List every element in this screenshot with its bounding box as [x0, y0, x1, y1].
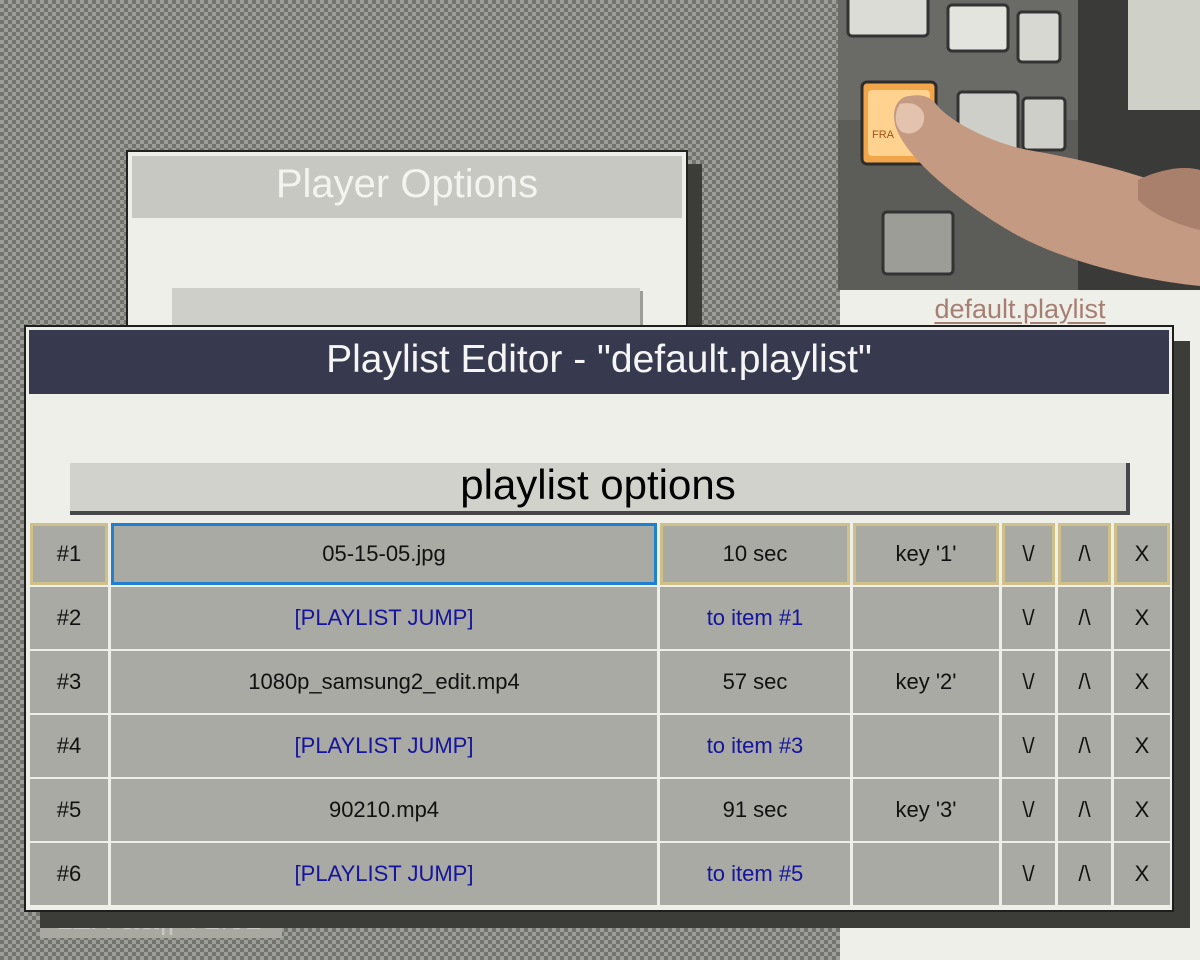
row-number: #4: [30, 715, 108, 777]
row-number: #6: [30, 843, 108, 905]
row-number: #3: [30, 651, 108, 713]
playlist-row[interactable]: #3 1080p_samsung2_edit.mp4 57 sec key '2…: [30, 651, 1170, 713]
row-number: #1: [30, 523, 108, 585]
row-key[interactable]: key '1': [853, 523, 999, 585]
delete-button[interactable]: X: [1114, 587, 1170, 649]
row-duration[interactable]: to item #1: [660, 587, 850, 649]
delete-button[interactable]: X: [1114, 523, 1170, 585]
move-up-button[interactable]: /\: [1058, 587, 1111, 649]
move-down-button[interactable]: \/: [1002, 523, 1055, 585]
delete-button[interactable]: X: [1114, 715, 1170, 777]
row-file[interactable]: [PLAYLIST JUMP]: [111, 715, 657, 777]
row-file[interactable]: [PLAYLIST JUMP]: [111, 587, 657, 649]
row-file[interactable]: [PLAYLIST JUMP]: [111, 843, 657, 905]
move-up-button[interactable]: /\: [1058, 779, 1111, 841]
player-options-bar[interactable]: [172, 288, 640, 328]
playlist-row[interactable]: #4 [PLAYLIST JUMP] to item #3 \/ /\ X: [30, 715, 1170, 777]
row-key[interactable]: [853, 587, 999, 649]
row-duration[interactable]: 57 sec: [660, 651, 850, 713]
row-file[interactable]: 90210.mp4: [111, 779, 657, 841]
playlist-row[interactable]: #2 [PLAYLIST JUMP] to item #1 \/ /\ X: [30, 587, 1170, 649]
playlist-row[interactable]: #6 [PLAYLIST JUMP] to item #5 \/ /\ X: [30, 843, 1170, 905]
row-number: #5: [30, 779, 108, 841]
row-duration[interactable]: to item #5: [660, 843, 850, 905]
move-up-button[interactable]: /\: [1058, 651, 1111, 713]
row-duration[interactable]: 10 sec: [660, 523, 850, 585]
row-file[interactable]: 1080p_samsung2_edit.mp4: [111, 651, 657, 713]
playlist-link[interactable]: default.playlist: [840, 294, 1200, 325]
move-down-button[interactable]: \/: [1002, 587, 1055, 649]
player-options-title: Player Options: [132, 156, 682, 218]
svg-text:FRA: FRA: [872, 129, 895, 141]
editor-title: Playlist Editor - "default.playlist": [29, 330, 1169, 394]
move-up-button[interactable]: /\: [1058, 715, 1111, 777]
row-key[interactable]: [853, 715, 999, 777]
move-down-button[interactable]: \/: [1002, 651, 1055, 713]
move-down-button[interactable]: \/: [1002, 843, 1055, 905]
row-duration[interactable]: 91 sec: [660, 779, 850, 841]
move-up-button[interactable]: /\: [1058, 843, 1111, 905]
delete-button[interactable]: X: [1114, 779, 1170, 841]
move-down-button[interactable]: \/: [1002, 715, 1055, 777]
row-key[interactable]: [853, 843, 999, 905]
preview-image: FRA: [838, 0, 1200, 290]
player-options-window: Player Options: [126, 150, 688, 350]
row-key[interactable]: key '2': [853, 651, 999, 713]
row-file[interactable]: 05-15-05.jpg: [111, 523, 657, 585]
playlist-row[interactable]: #1 05-15-05.jpg 10 sec key '1' \/ /\ X: [30, 523, 1170, 585]
delete-button[interactable]: X: [1114, 651, 1170, 713]
playlist-editor-window: Playlist Editor - "default.playlist" pla…: [24, 325, 1174, 912]
playlist-row[interactable]: #5 90210.mp4 91 sec key '3' \/ /\ X: [30, 779, 1170, 841]
row-number: #2: [30, 587, 108, 649]
move-down-button[interactable]: \/: [1002, 779, 1055, 841]
delete-button[interactable]: X: [1114, 843, 1170, 905]
row-key[interactable]: key '3': [853, 779, 999, 841]
move-up-button[interactable]: /\: [1058, 523, 1111, 585]
row-duration[interactable]: to item #3: [660, 715, 850, 777]
playlist-options-button[interactable]: playlist options: [70, 463, 1130, 515]
